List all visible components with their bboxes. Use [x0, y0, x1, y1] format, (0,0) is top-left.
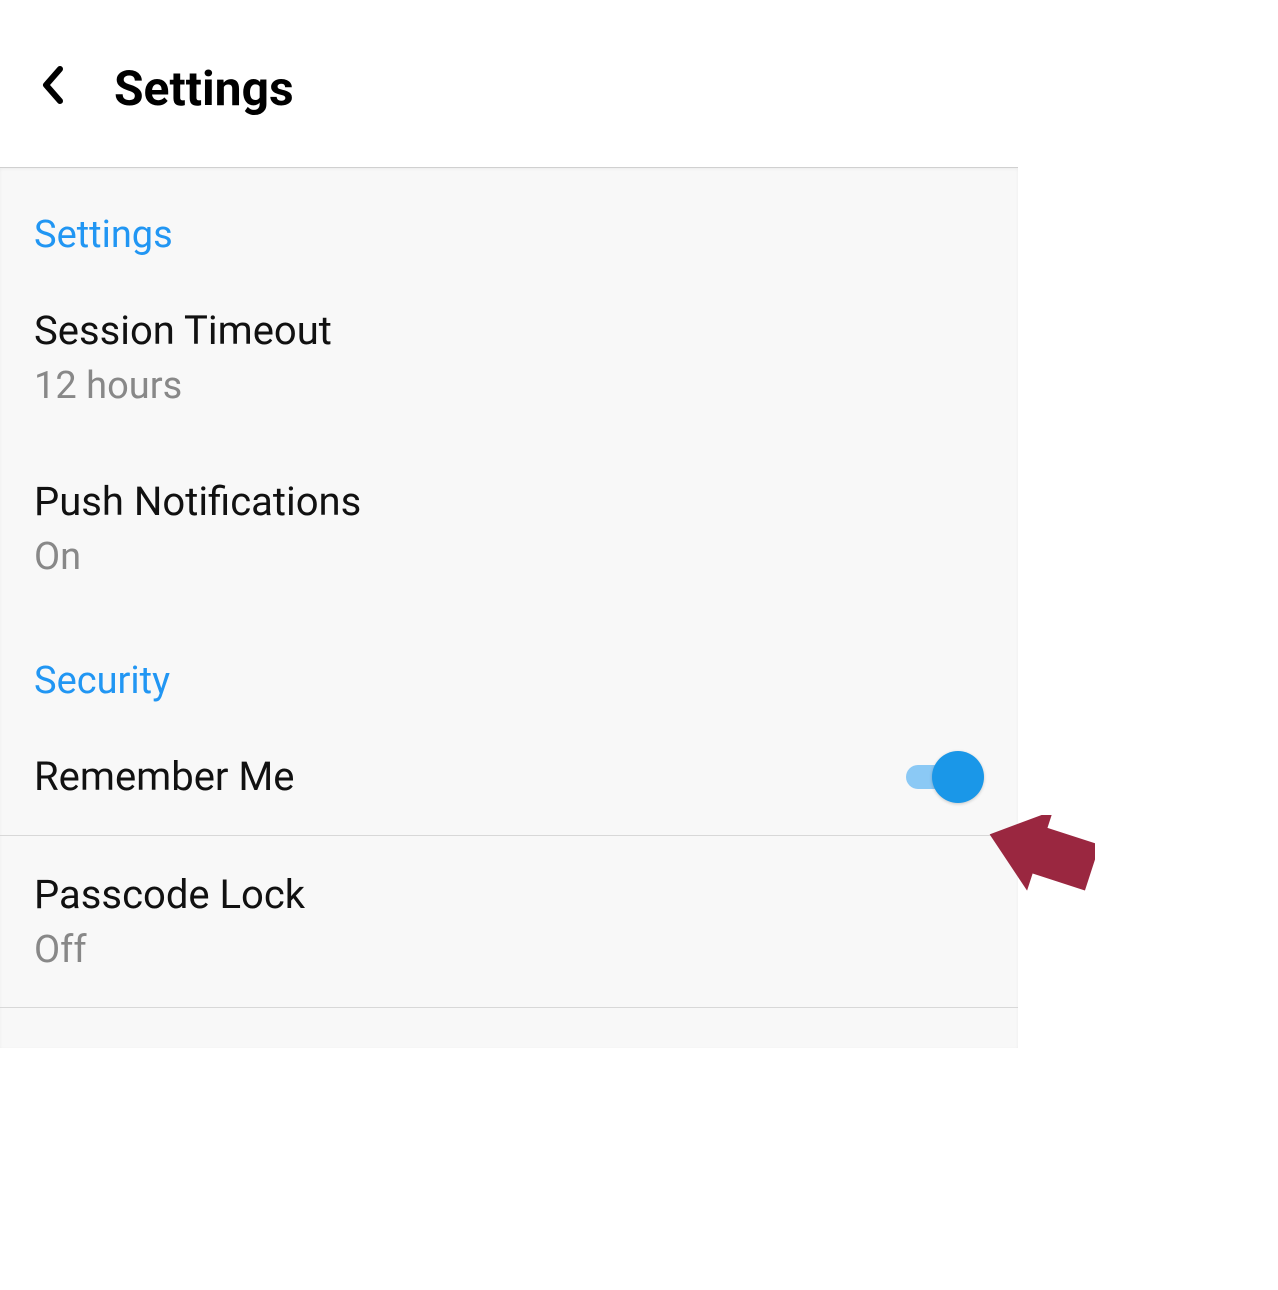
remember-me-toggle[interactable]: [906, 761, 984, 793]
setting-label: Passcode Lock: [34, 871, 305, 918]
setting-text: Session Timeout 12 hours: [34, 307, 332, 408]
setting-label: Push Notifications: [34, 478, 361, 525]
section-header-security: Security: [0, 614, 1018, 718]
setting-value: 12 hours: [34, 364, 332, 408]
setting-remember-me[interactable]: Remember Me: [0, 718, 1018, 836]
setting-push-notifications[interactable]: Push Notifications On: [0, 443, 1018, 614]
setting-text: Passcode Lock Off: [34, 871, 305, 972]
page-title: Settings: [114, 60, 294, 117]
setting-label: Session Timeout: [34, 307, 332, 354]
app-header: Settings: [0, 0, 1278, 167]
back-icon[interactable]: [40, 65, 64, 112]
setting-text: Remember Me: [34, 753, 295, 800]
setting-value: Off: [34, 928, 305, 972]
settings-content: Settings Session Timeout 12 hours Push N…: [0, 167, 1018, 1048]
section-header-settings: Settings: [0, 168, 1018, 272]
setting-value: On: [34, 535, 361, 579]
setting-label: Remember Me: [34, 753, 295, 800]
setting-passcode-lock[interactable]: Passcode Lock Off: [0, 836, 1018, 1008]
setting-text: Push Notifications On: [34, 478, 361, 579]
toggle-thumb: [932, 751, 984, 803]
setting-session-timeout[interactable]: Session Timeout 12 hours: [0, 272, 1018, 443]
